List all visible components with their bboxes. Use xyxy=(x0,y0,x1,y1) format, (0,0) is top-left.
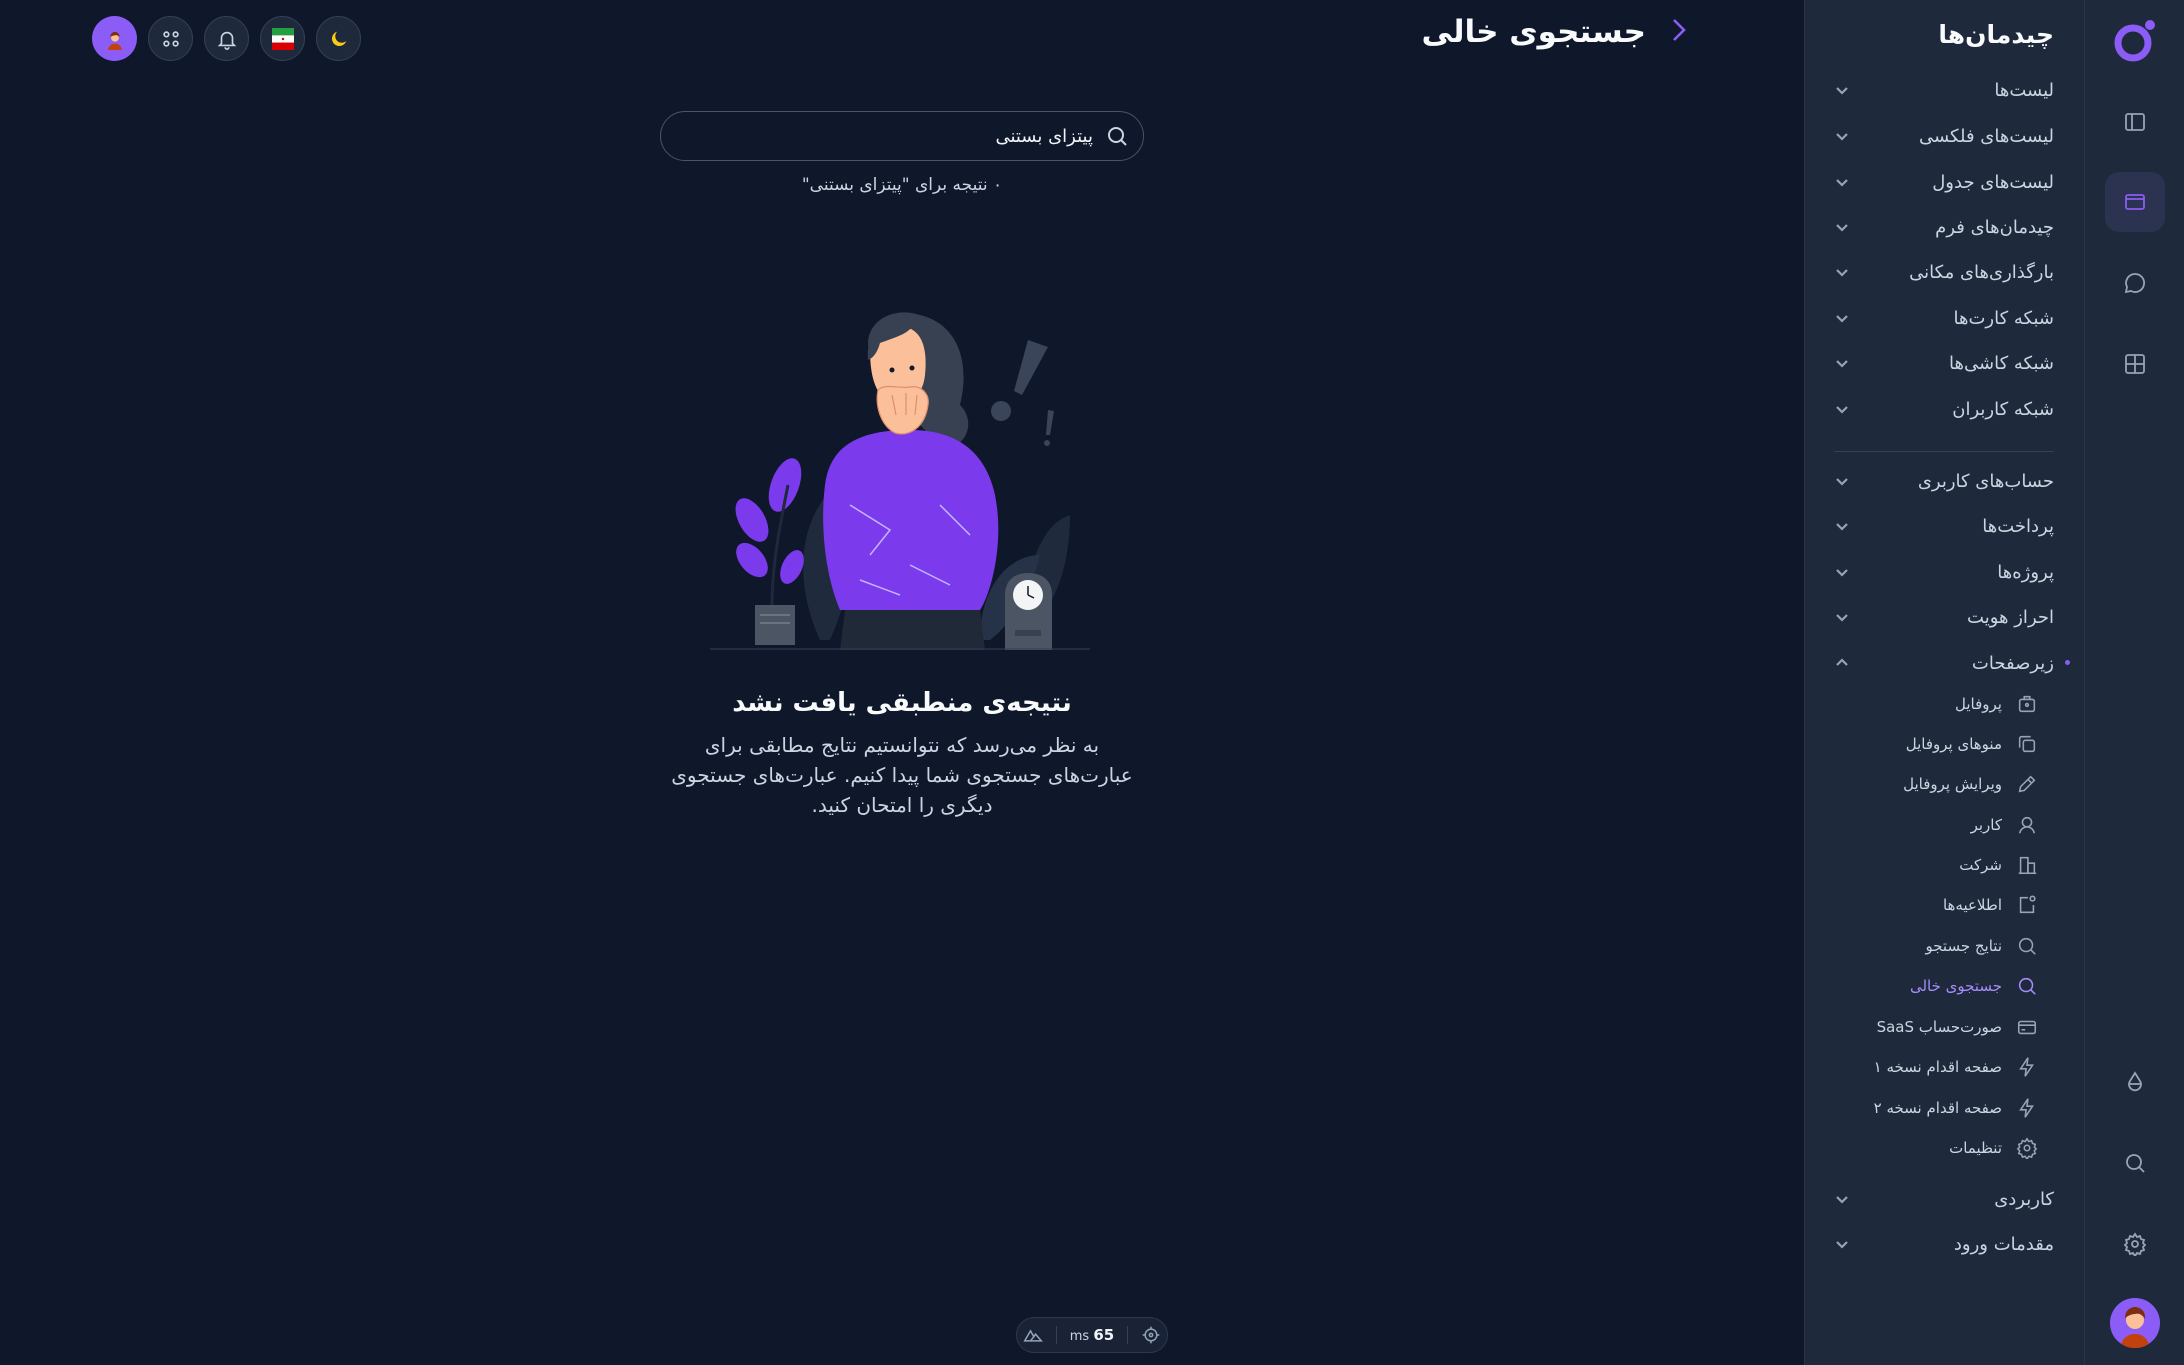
language-button[interactable] xyxy=(260,16,305,61)
layouts-icon[interactable] xyxy=(2105,172,2165,232)
subitem-empty-search[interactable]: جستجوی خالی xyxy=(1910,971,2038,1001)
search-input[interactable] xyxy=(661,125,1105,147)
chevron-down-icon xyxy=(1834,609,1850,625)
apps-grid-button[interactable] xyxy=(148,16,193,61)
chevron-down-icon xyxy=(1834,1191,1850,1207)
briefcase-icon xyxy=(2018,695,2036,713)
subitem-settings[interactable]: تنظیمات xyxy=(1949,1133,2038,1163)
menu-group-table-lists[interactable]: لیست‌های جدول xyxy=(1834,164,2054,200)
subitem-action-page-v1[interactable]: صفحه اقدام نسخه ۱ xyxy=(1874,1052,2038,1082)
settings-gear-icon[interactable] xyxy=(2105,1214,2165,1274)
menu-group-card-grid[interactable]: شبکه کارت‌ها xyxy=(1834,300,2054,336)
search-icon xyxy=(2018,937,2036,955)
icon-rail xyxy=(2084,0,2184,1365)
chat-icon[interactable] xyxy=(2105,253,2165,313)
empty-state-message: به نظر می‌رسد که نتوانستیم نتایج مطابقی … xyxy=(671,733,1133,817)
subitem-edit-profile[interactable]: ویرایش پروفایل xyxy=(1903,769,2038,799)
menu-group-projects[interactable]: پروژه‌ها xyxy=(1834,554,2054,590)
page-header: جستجوی خالی xyxy=(1421,14,1694,50)
copy-icon xyxy=(2018,735,2036,753)
theme-toggle-button[interactable] xyxy=(316,16,361,61)
crosshair-icon[interactable] xyxy=(1141,1325,1161,1345)
page-title: جستجوی خالی xyxy=(1421,14,1646,50)
menu-title: چیدمان‌ها xyxy=(1938,20,2054,49)
theme-drop-icon[interactable] xyxy=(2105,1052,2165,1112)
bell-icon xyxy=(217,31,236,50)
chevron-down-icon xyxy=(1834,128,1850,144)
lightning-icon xyxy=(2019,1057,2034,1077)
menu-group-subpages[interactable]: زیرصفحات xyxy=(1834,645,2070,681)
chevron-up-icon xyxy=(1834,655,1850,671)
subitem-user[interactable]: کاربر xyxy=(1971,810,2038,840)
search-icon[interactable] xyxy=(2105,1133,2165,1193)
menu-group-lists[interactable]: لیست‌ها xyxy=(1834,72,2054,108)
menu-group-auth[interactable]: احراز هویت xyxy=(1834,599,2054,635)
chevron-right-icon[interactable] xyxy=(1664,15,1694,49)
menu-divider xyxy=(1834,451,2054,452)
pencil-icon xyxy=(2018,775,2036,793)
building-icon xyxy=(2018,856,2037,875)
render-time: ms 65 xyxy=(1069,1326,1115,1344)
apps-icon xyxy=(162,30,179,47)
grid-icon[interactable] xyxy=(2105,334,2165,394)
chevron-down-icon xyxy=(1834,174,1850,190)
menu-group-form-layouts[interactable]: چیدمان‌های فرم xyxy=(1834,209,2054,245)
subitem-notifications[interactable]: اطلاعیه‌ها xyxy=(1943,890,2038,920)
gear-icon xyxy=(2016,1137,2038,1159)
subitem-search-results[interactable]: نتایج جستجو xyxy=(1925,931,2038,961)
chevron-down-icon xyxy=(1834,219,1850,235)
menu-group-placeholders[interactable]: بارگذاری‌های مکانی xyxy=(1834,254,2054,290)
subitem-profile-menus[interactable]: منوهای پروفایل xyxy=(1906,729,2038,759)
subitem-company[interactable]: شرکت xyxy=(1959,850,2038,880)
subitem-saas-billing[interactable]: صورت‌حساب SaaS xyxy=(1877,1012,2038,1042)
menu-group-tile-grid[interactable]: شبکه کاشی‌ها xyxy=(1834,345,2054,381)
moon-icon xyxy=(331,31,346,46)
search-icon xyxy=(1108,127,1127,146)
dev-toolbar: ms 65 xyxy=(1016,1317,1168,1353)
subitem-profile[interactable]: پروفایل xyxy=(1955,689,2038,719)
separator xyxy=(1056,1326,1058,1344)
credit-card-icon xyxy=(2017,1020,2037,1035)
result-count: ۰ نتیجه برای "پیتزای بستنی" xyxy=(801,175,1003,195)
separator xyxy=(1126,1326,1128,1344)
menu-group-user-grid[interactable]: شبکه کاربران xyxy=(1834,391,2054,427)
iran-flag-icon xyxy=(271,27,294,50)
chevron-down-icon xyxy=(1834,518,1850,534)
header-tools xyxy=(92,16,361,61)
chevron-down-icon xyxy=(1834,564,1850,580)
chevron-down-icon xyxy=(1834,310,1850,326)
chevron-down-icon xyxy=(1834,401,1850,417)
sidebar-toggle-icon[interactable] xyxy=(2105,92,2165,152)
menu-group-payments[interactable]: پرداخت‌ها xyxy=(1834,508,2054,544)
layouts-menu-panel: چیدمان‌ها لیست‌ها لیست‌های فلکسی لیست‌ها… xyxy=(1804,0,2084,1365)
chevron-down-icon xyxy=(1834,473,1850,489)
active-dot xyxy=(2065,660,2070,665)
user-icon xyxy=(2018,816,2036,834)
profile-avatar-button[interactable] xyxy=(92,16,137,61)
empty-state-title: نتیجه‌ی منطبقی یافت نشد xyxy=(732,688,1072,718)
search-icon xyxy=(2018,977,2036,995)
lightning-icon xyxy=(2019,1098,2034,1118)
subitem-action-page-v2[interactable]: صفحه اقدام نسخه ۲ xyxy=(1874,1093,2038,1123)
user-avatar[interactable] xyxy=(2110,1298,2160,1348)
chevron-down-icon xyxy=(1834,355,1850,371)
notification-icon xyxy=(2019,895,2036,914)
notifications-button[interactable] xyxy=(204,16,249,61)
logo-icon[interactable] xyxy=(2112,18,2158,64)
menu-group-utility[interactable]: کاربردی xyxy=(1834,1181,2054,1217)
nuxt-logo-icon[interactable] xyxy=(1023,1325,1044,1345)
search-box xyxy=(660,111,1144,161)
confused-woman-illustration xyxy=(710,312,1090,650)
chevron-down-icon xyxy=(1834,82,1850,98)
menu-group-onboarding[interactable]: مقدمات ورود xyxy=(1834,1226,2054,1262)
chevron-down-icon xyxy=(1834,1236,1850,1252)
menu-group-flex-lists[interactable]: لیست‌های فلکسی xyxy=(1834,118,2054,154)
menu-group-accounts[interactable]: حساب‌های کاربری xyxy=(1834,463,2054,499)
chevron-down-icon xyxy=(1834,264,1850,280)
